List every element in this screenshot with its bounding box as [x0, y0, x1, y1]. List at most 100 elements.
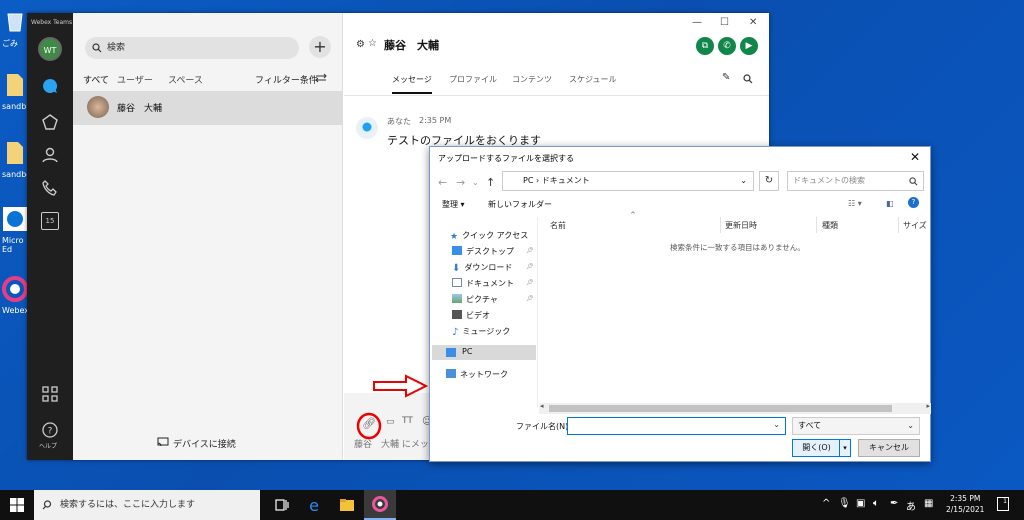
column-header-modified[interactable]: 更新日時	[725, 220, 757, 231]
tray-chevron-icon[interactable]: ^	[822, 498, 830, 509]
webex-taskbar-button[interactable]	[364, 490, 396, 520]
video-call-button[interactable]: ▶	[740, 37, 758, 55]
notification-count: 1	[1003, 498, 1007, 505]
text-format-icon[interactable]: TT	[402, 416, 413, 426]
file-icon	[7, 142, 23, 164]
ime-indicator[interactable]: あ	[906, 498, 916, 513]
pen-icon[interactable]: ✒	[890, 498, 898, 509]
favorite-star-icon[interactable]: ☆	[368, 38, 377, 49]
filter-toggle-icon[interactable]	[315, 73, 327, 83]
help-icon[interactable]: ?	[908, 197, 919, 208]
pc-icon	[446, 348, 456, 357]
tab-schedule[interactable]: スケジュール	[569, 74, 616, 85]
tree-item-desktop[interactable]: デスクトップ	[452, 246, 514, 257]
taskbar-search-input[interactable]: 検索するには、ここに入力します	[34, 490, 260, 520]
maximize-button[interactable]: ☐	[720, 17, 729, 28]
scroll-left-icon[interactable]: ◂	[540, 402, 544, 410]
tree-item-documents[interactable]: ドキュメント	[452, 278, 514, 289]
file-explorer-icon[interactable]	[338, 496, 356, 514]
sort-caret-icon: ^	[630, 211, 636, 219]
tab-content[interactable]: コンテンツ	[512, 74, 552, 85]
tree-item-network[interactable]: ネットワーク	[446, 369, 508, 380]
avatar[interactable]: WT	[38, 37, 62, 61]
folder-search-input[interactable]: ドキュメントの検索	[787, 171, 924, 191]
filter-tab-users[interactable]: ユーザー	[117, 73, 153, 86]
help-icon[interactable]: ?	[41, 421, 59, 439]
settings-icon[interactable]: ⚙	[356, 39, 365, 50]
filter-conditions-button[interactable]: フィルター条件	[255, 73, 318, 86]
audio-call-button[interactable]: ✆	[718, 37, 736, 55]
chevron-down-icon[interactable]: ⌄	[773, 420, 780, 429]
keyboard-icon[interactable]: ▦	[924, 498, 933, 509]
close-button[interactable]: ✕	[749, 17, 757, 28]
address-bar[interactable]: PC › ドキュメント ⌄	[502, 171, 754, 191]
share-screen-button[interactable]: ⧉	[696, 37, 714, 55]
up-arrow-icon[interactable]: ↑	[486, 176, 495, 189]
refresh-button[interactable]: ↻	[759, 171, 779, 191]
file-open-dialog: アップロードするファイルを選択する ✕ ← → ⌄ ↑ PC › ドキュメント …	[429, 146, 931, 462]
chevron-down-icon[interactable]: ⌄	[740, 172, 747, 190]
whiteboard-icon[interactable]: ▭	[386, 417, 395, 427]
picture-icon	[452, 294, 462, 303]
message-sender: あなた	[387, 117, 411, 126]
horizontal-scrollbar[interactable]: ◂ ▸	[539, 402, 931, 414]
open-dropdown-icon[interactable]: ▾	[839, 440, 850, 456]
activity-icon[interactable]: ✎	[722, 72, 730, 83]
column-header-type[interactable]: 種類	[822, 220, 838, 231]
edge-icon[interactable]: e	[305, 496, 323, 514]
scrollbar-thumb[interactable]	[549, 405, 892, 412]
tree-item-quick-access[interactable]: ★ クイック アクセス	[450, 230, 528, 242]
column-header-name[interactable]: 名前	[550, 220, 566, 231]
back-arrow-icon[interactable]: ←	[438, 176, 447, 189]
meetings-calendar-icon[interactable]: 15	[41, 212, 59, 230]
network-tray-icon[interactable]: ▣	[856, 498, 865, 509]
file-icon	[7, 74, 23, 96]
messaging-icon[interactable]	[41, 77, 59, 95]
space-search-icon[interactable]	[743, 74, 753, 84]
svg-text:e: e	[309, 496, 319, 514]
connect-device-button[interactable]: デバイスに接続	[173, 437, 236, 450]
message-input[interactable]: 藤谷 大輔 にメッセ	[354, 437, 438, 450]
tab-profile[interactable]: プロファイル	[449, 74, 497, 85]
new-folder-button[interactable]: 新しいフォルダー	[488, 199, 552, 210]
taskbar-clock[interactable]: 2:35 PM 2/15/2021	[946, 493, 984, 515]
filter-tab-spaces[interactable]: スペース	[168, 73, 203, 86]
task-view-icon[interactable]	[273, 496, 291, 514]
cancel-button[interactable]: キャンセル	[858, 439, 920, 457]
app-title: Webex Teams	[31, 19, 73, 26]
tree-item-music[interactable]: ♪ ミュージック	[452, 326, 510, 338]
tree-item-downloads[interactable]: ⬇ ダウンロード	[452, 262, 512, 274]
new-space-button[interactable]: +	[309, 36, 331, 58]
apps-grid-icon[interactable]	[41, 385, 59, 403]
tab-messages[interactable]: メッセージ	[392, 74, 432, 94]
attach-file-icon[interactable]: 🔗︎	[362, 417, 376, 430]
contacts-icon[interactable]	[41, 146, 59, 164]
filename-label: ファイル名(N):	[516, 422, 571, 431]
tree-item-pictures[interactable]: ピクチャ	[452, 294, 498, 305]
dialog-close-button[interactable]: ✕	[910, 150, 920, 164]
forward-arrow-icon[interactable]: →	[456, 176, 465, 189]
divider	[344, 95, 769, 96]
calls-icon[interactable]	[41, 179, 59, 197]
filename-input[interactable]: ⌄	[567, 417, 786, 435]
svg-text:?: ?	[48, 427, 53, 437]
volume-icon[interactable]: 🔈︎	[873, 498, 879, 509]
search-input[interactable]: 検索	[85, 37, 299, 59]
open-button[interactable]: 開く(O) ▾	[792, 439, 851, 457]
organize-button[interactable]: 整理 ▾	[442, 199, 465, 210]
filetype-select[interactable]: すべて ⌄	[792, 417, 920, 435]
tree-item-pc[interactable]: PC	[432, 345, 536, 360]
microphone-icon[interactable]: 🎙︎	[838, 498, 851, 509]
view-options-icon[interactable]: ☷ ▾	[848, 199, 862, 208]
scroll-right-icon[interactable]: ▸	[926, 402, 930, 410]
column-header-size[interactable]: サイズ	[903, 220, 927, 231]
tree-item-videos[interactable]: ビデオ	[452, 310, 490, 321]
tree-label: ピクチャ	[466, 295, 498, 304]
notifications-button[interactable]: 1	[997, 497, 1009, 511]
minimize-button[interactable]: —	[692, 17, 702, 28]
preview-pane-icon[interactable]: ◧	[886, 199, 894, 208]
teams-icon[interactable]	[41, 113, 59, 131]
conversation-item[interactable]: 藤谷 大輔	[73, 91, 343, 125]
recent-chevron-icon[interactable]: ⌄	[472, 178, 479, 187]
windows-start-icon[interactable]	[10, 498, 24, 512]
